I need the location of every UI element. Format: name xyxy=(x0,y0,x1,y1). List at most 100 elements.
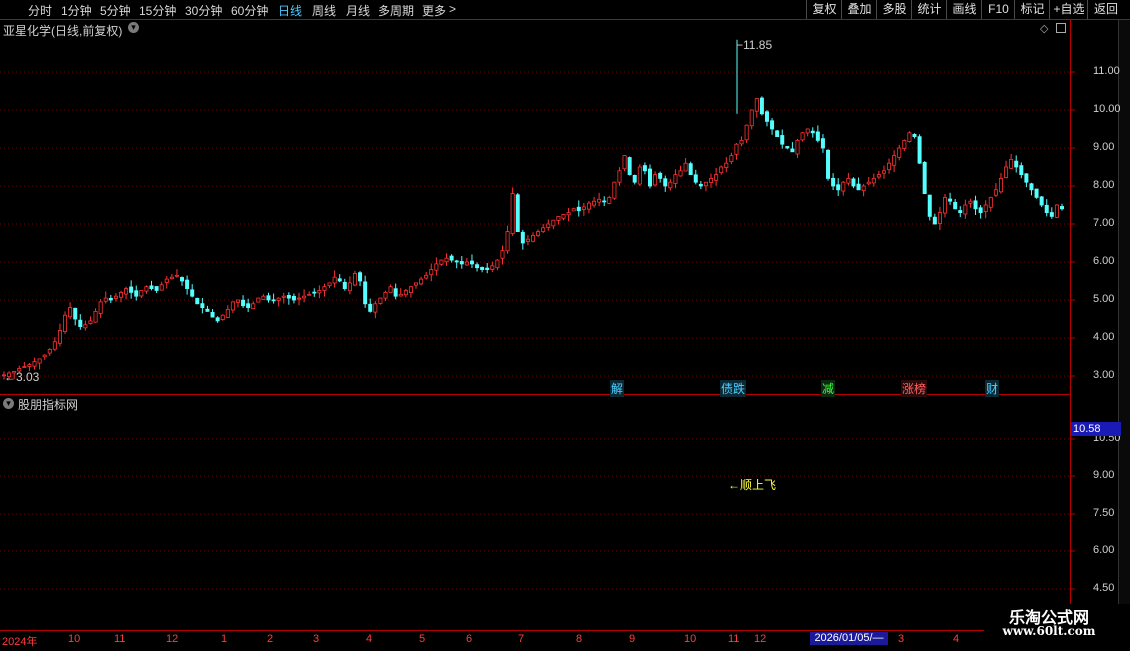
candle-body xyxy=(663,178,668,187)
candle-body xyxy=(556,215,561,221)
candle-body xyxy=(627,157,632,176)
candle-body xyxy=(363,281,368,305)
candle-body xyxy=(286,294,291,299)
date-label: 12 xyxy=(166,633,179,645)
candle-body xyxy=(805,128,810,134)
candle-body xyxy=(937,212,942,224)
candle-body xyxy=(32,361,37,367)
date-label: 9 xyxy=(629,633,636,645)
candle-body xyxy=(424,274,429,279)
candle-body xyxy=(200,303,205,308)
candle-body xyxy=(185,279,190,290)
candle-body xyxy=(98,301,103,314)
date-label: 11 xyxy=(114,633,126,645)
candle-body xyxy=(653,174,658,186)
candle-body xyxy=(856,183,861,191)
candle-body xyxy=(993,189,998,196)
candle-body xyxy=(953,201,958,210)
candle-body xyxy=(831,177,836,187)
candle-body xyxy=(907,132,912,142)
date-axis: 2024年 10 11 12 1 2 3 4 5 6 7 8 9 10 11 1… xyxy=(0,630,1130,651)
candle-body xyxy=(358,272,363,282)
candle-body xyxy=(892,155,897,166)
candle-body xyxy=(1004,166,1009,179)
candle-body xyxy=(1009,158,1014,169)
y-tick-label: 6.00 xyxy=(1093,255,1115,267)
event-marker-limit-list[interactable]: 涨榜 xyxy=(901,380,928,397)
candle-body xyxy=(1049,212,1054,217)
event-marker-reduce[interactable]: 减 xyxy=(821,380,836,397)
candle-body xyxy=(235,299,240,303)
candle-body xyxy=(703,181,708,187)
date-label: 12 xyxy=(754,633,767,645)
candle-body xyxy=(764,111,769,122)
y-tick-label: 5.00 xyxy=(1093,293,1115,305)
candle-body xyxy=(734,143,739,155)
event-marker-bond[interactable]: 债跌 xyxy=(720,380,747,397)
candle-body xyxy=(500,250,505,259)
candle-body xyxy=(1054,204,1059,218)
candle-body xyxy=(342,281,347,290)
y-tick-label: 7.00 xyxy=(1093,217,1115,229)
candle-body xyxy=(454,260,459,263)
right-axis-divider xyxy=(1070,20,1071,630)
candle-body xyxy=(154,286,159,291)
candle-body xyxy=(510,193,515,234)
date-label: 4 xyxy=(953,633,960,645)
candle-body xyxy=(617,170,622,183)
candle-body xyxy=(429,269,434,276)
candle-body xyxy=(256,297,261,303)
candle-body xyxy=(815,131,820,141)
candle-body xyxy=(444,257,449,263)
candle-body xyxy=(1019,165,1024,176)
candle-body xyxy=(134,290,139,297)
candle-body xyxy=(475,264,480,269)
candle-body xyxy=(988,196,993,208)
candle-body xyxy=(261,295,266,300)
candle-body xyxy=(22,366,27,368)
candle-body xyxy=(276,297,281,301)
candle-body xyxy=(693,174,698,183)
candle-body xyxy=(586,202,591,210)
candle-body xyxy=(108,297,113,301)
candle-body xyxy=(688,163,693,175)
candle-body xyxy=(297,297,302,300)
candle-body xyxy=(352,272,357,286)
candle-body xyxy=(922,161,927,194)
candle-body xyxy=(47,348,52,354)
candle-body xyxy=(403,290,408,296)
candle-body xyxy=(1044,204,1049,214)
candle-body xyxy=(622,155,627,170)
event-marker-unlock[interactable]: 解 xyxy=(610,380,625,397)
candle-body xyxy=(327,282,332,287)
date-label: 10 xyxy=(684,633,697,645)
candle-body xyxy=(881,170,886,174)
price-chart xyxy=(0,39,1075,641)
candle-body xyxy=(958,210,963,214)
event-marker-finance[interactable]: 财 xyxy=(985,380,1000,397)
candle-body xyxy=(373,303,378,313)
candle-body xyxy=(139,290,144,297)
candle-body xyxy=(912,134,917,137)
candle-body xyxy=(408,286,413,294)
candle-body xyxy=(63,314,68,333)
candle-body xyxy=(607,196,612,204)
candle-body xyxy=(846,177,851,184)
candle-body xyxy=(973,200,978,210)
candle-body xyxy=(998,177,1003,193)
candle-body xyxy=(739,139,744,145)
candle-body xyxy=(414,282,419,286)
candle-body xyxy=(144,286,149,292)
candle-body xyxy=(205,308,210,312)
y-tick-label: 4.00 xyxy=(1093,331,1115,343)
candle-body xyxy=(337,278,342,282)
candle-body xyxy=(1060,206,1065,210)
candle-body xyxy=(820,138,825,149)
date-label: 5 xyxy=(419,633,426,645)
candle-body xyxy=(887,162,892,171)
candle-body xyxy=(464,261,469,266)
candle-body xyxy=(164,278,169,283)
date-label: 2024年 xyxy=(2,636,38,648)
candle-body xyxy=(215,317,220,322)
candle-body xyxy=(841,181,846,192)
